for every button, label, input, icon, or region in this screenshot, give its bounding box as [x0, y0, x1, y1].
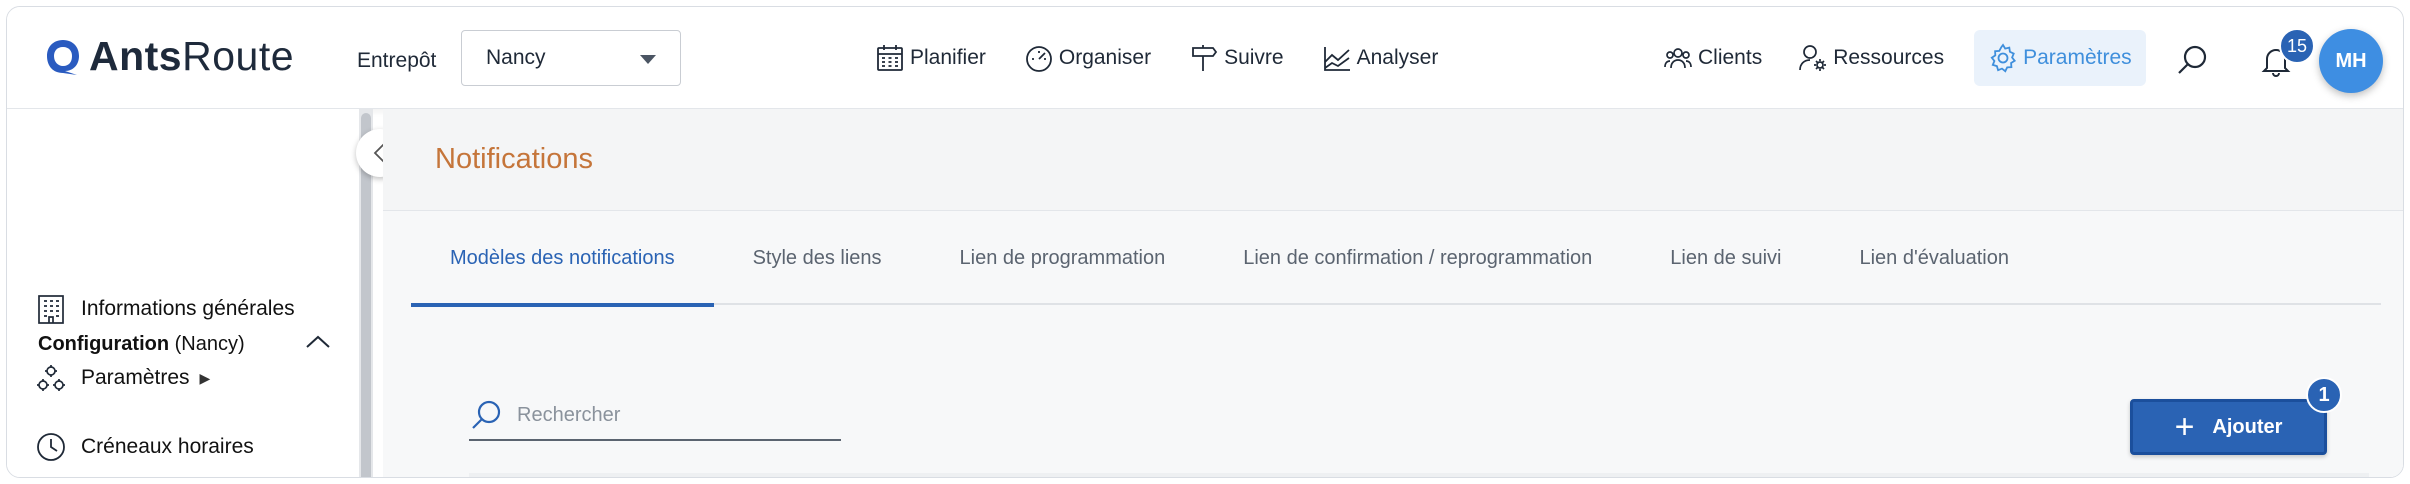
- tab-lien-evaluation[interactable]: Lien d'évaluation: [1820, 211, 2048, 305]
- building-icon: [38, 295, 64, 324]
- settings-cluster-icon: [37, 365, 65, 391]
- nav-planifier[interactable]: Planifier: [869, 30, 992, 86]
- add-button-badge: 1: [2306, 377, 2342, 413]
- nav-analyser[interactable]: Analyser: [1316, 30, 1445, 86]
- search-icon: [472, 400, 501, 429]
- tab-lien-programmation[interactable]: Lien de programmation: [921, 211, 1205, 305]
- tab-lien-suivi[interactable]: Lien de suivi: [1631, 211, 1820, 305]
- search-field: [469, 391, 841, 441]
- nav-organiser[interactable]: Organiser: [1018, 30, 1157, 86]
- secondary-nav: Clients Ressources Paramètres: [1657, 7, 2146, 109]
- nav-label: Ressources: [1833, 46, 1945, 69]
- sidebar-item-creneaux-horaires[interactable]: Créneaux horaires: [35, 431, 254, 463]
- config-section-title[interactable]: Configuration (Nancy): [38, 333, 245, 356]
- add-button[interactable]: + Ajouter: [2130, 399, 2327, 455]
- tab-bar: Modèles des notifications Style des lien…: [411, 211, 2381, 307]
- main-content: Notifications Modèles des notifications …: [383, 109, 2403, 477]
- logo[interactable]: AntsRoute: [43, 33, 294, 80]
- table-container: [469, 473, 2369, 477]
- tab-lien-confirmation[interactable]: Lien de confirmation / reprogrammation: [1204, 211, 1631, 305]
- nav-ressources[interactable]: Ressources: [1792, 30, 1950, 86]
- sidebar: Configuration (Nancy) Informations génér…: [7, 109, 359, 477]
- top-header: AntsRoute Entrepôt Nancy Planifier Organ…: [7, 7, 2403, 109]
- chevron-up-icon[interactable]: [303, 331, 333, 353]
- sidebar-item-informations-generales[interactable]: Informations générales: [35, 293, 295, 325]
- nav-clients[interactable]: Clients: [1657, 30, 1768, 86]
- page-title-bar: Notifications: [383, 109, 2403, 211]
- sidebar-item-label: Créneaux horaires: [81, 435, 254, 458]
- tab-modeles-notifications[interactable]: Modèles des notifications: [411, 211, 714, 307]
- sidebar-item-parametres[interactable]: Paramètres ▶: [35, 362, 210, 394]
- ants-logo-icon: [47, 39, 79, 75]
- submenu-arrow-icon: ▶: [199, 369, 211, 386]
- page-title: Notifications: [435, 143, 593, 175]
- avatar[interactable]: MH: [2319, 29, 2383, 93]
- notification-count-badge: 15: [2279, 28, 2315, 64]
- gear-icon: [1990, 43, 2017, 73]
- app-window: AntsRoute Entrepôt Nancy Planifier Organ…: [6, 6, 2404, 478]
- nav-parametres[interactable]: Paramètres: [1974, 30, 2146, 86]
- logo-text: AntsRoute: [89, 33, 295, 79]
- nav-suivre[interactable]: Suivre: [1183, 30, 1290, 86]
- search-input[interactable]: [517, 403, 817, 427]
- nav-label: Planifier: [910, 46, 986, 69]
- nav-label: Analyser: [1356, 46, 1439, 69]
- chart-icon: [1323, 47, 1350, 71]
- nav-label: Organiser: [1058, 46, 1152, 69]
- nav-label: Clients: [1698, 46, 1763, 69]
- tab-style-liens[interactable]: Style des liens: [714, 211, 921, 305]
- warehouse-select[interactable]: Nancy: [461, 30, 681, 86]
- add-button-label: Ajouter: [2212, 415, 2283, 438]
- notifications-panel: Modèles des notifications Style des lien…: [383, 211, 2403, 477]
- calendar-icon: [877, 45, 903, 71]
- clock-icon: [37, 433, 65, 461]
- nav-label: Paramètres: [2023, 46, 2132, 69]
- warehouse-label: Entrepôt: [357, 49, 437, 72]
- warehouse-select-value: Nancy: [486, 46, 546, 69]
- user-gear-icon: [1799, 45, 1827, 71]
- sidebar-item-label: Paramètres: [81, 366, 190, 389]
- sidebar-item-label: Informations générales: [81, 297, 295, 320]
- nav-label: Suivre: [1224, 46, 1284, 69]
- users-icon: [1664, 48, 1692, 69]
- main-nav: Planifier Organiser Suivre Analyser: [869, 7, 1444, 109]
- gauge-icon: [1025, 46, 1052, 72]
- caret-down-icon: [640, 55, 656, 64]
- plus-icon: +: [2174, 408, 2195, 446]
- signpost-icon: [1192, 45, 1218, 71]
- search-icon[interactable]: [2175, 43, 2209, 77]
